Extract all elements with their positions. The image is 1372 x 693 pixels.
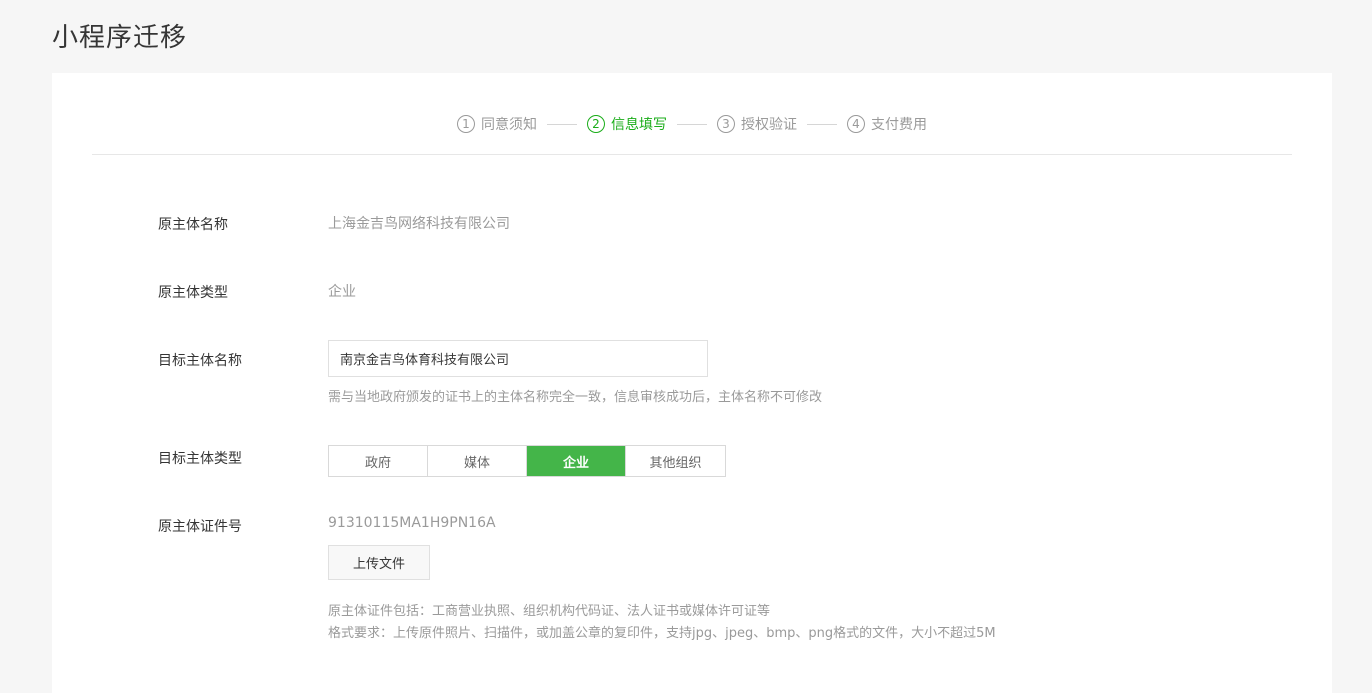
step-4-label: 支付费用	[871, 117, 927, 133]
step-2-label: 信息填写	[611, 117, 667, 133]
step-3-label: 授权验证	[741, 117, 797, 133]
original-type-value: 企业	[328, 284, 356, 300]
step-2: 2 信息填写	[587, 114, 667, 134]
target-name-hint: 需与当地政府颁发的证书上的主体名称完全一致，信息审核成功后，主体名称不可修改	[328, 390, 823, 405]
step-2-number: 2	[587, 115, 605, 133]
type-option-government[interactable]: 政府	[329, 446, 428, 476]
step-connector	[547, 123, 577, 125]
original-name-value: 上海金吉鸟网络科技有限公司	[328, 216, 510, 232]
step-connector	[677, 123, 707, 125]
step-1-label: 同意须知	[481, 117, 537, 133]
step-4-number: 4	[847, 115, 865, 133]
original-cert-label: 原主体证件号	[158, 519, 242, 535]
step-1: 1 同意须知	[457, 114, 537, 134]
target-type-label: 目标主体类型	[158, 451, 242, 467]
step-3: 3 授权验证	[717, 114, 797, 134]
cert-hint-types: 原主体证件包括：工商营业执照、组织机构代码证、法人证书或媒体许可证等	[328, 604, 771, 619]
target-name-input[interactable]	[328, 340, 708, 377]
step-4: 4 支付费用	[847, 114, 927, 134]
step-3-number: 3	[717, 115, 735, 133]
target-type-segmented: 政府 媒体 企业 其他组织	[328, 445, 726, 477]
cert-hint-format: 格式要求：上传原件照片、扫描件，或加盖公章的复印件，支持jpg、jpeg、bmp…	[328, 626, 996, 641]
page-title: 小程序迁移	[52, 23, 188, 53]
upload-file-button[interactable]: 上传文件	[328, 545, 430, 580]
original-cert-value: 91310115MA1H9PN16A	[328, 515, 496, 531]
main-card: 1 同意须知 2 信息填写 3 授权验证 4 支付费用 原主体名称 上海金吉鸟网…	[52, 73, 1332, 693]
type-option-enterprise[interactable]: 企业	[527, 446, 626, 476]
step-indicator: 1 同意须知 2 信息填写 3 授权验证 4 支付费用	[52, 113, 1332, 135]
original-type-label: 原主体类型	[158, 285, 228, 301]
type-option-media[interactable]: 媒体	[428, 446, 527, 476]
type-option-other[interactable]: 其他组织	[626, 446, 725, 476]
step-connector	[807, 123, 837, 125]
step-1-number: 1	[457, 115, 475, 133]
divider	[92, 154, 1292, 155]
target-name-label: 目标主体名称	[158, 353, 242, 369]
original-name-label: 原主体名称	[158, 217, 228, 233]
